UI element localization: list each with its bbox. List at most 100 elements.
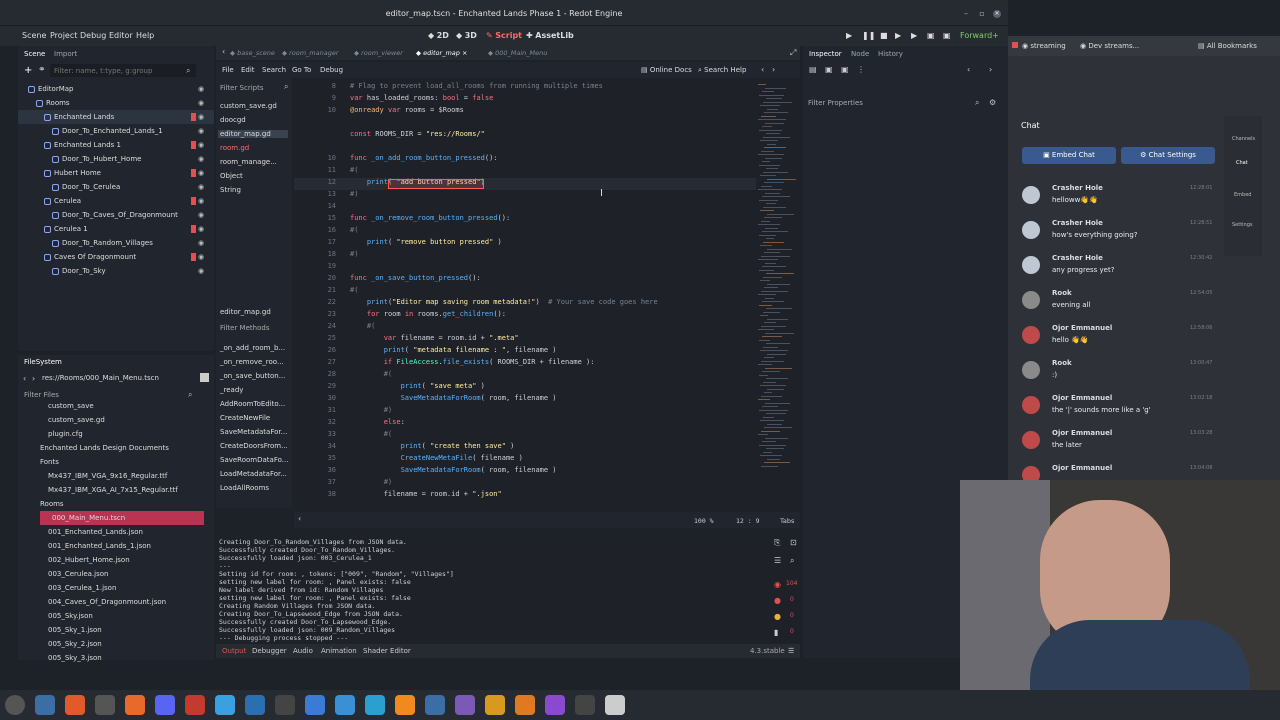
script-attached-icon[interactable] [191, 141, 196, 149]
visibility-icon[interactable]: ◉ [198, 113, 206, 121]
script-item[interactable]: doocgd [220, 116, 246, 124]
visibility-icon[interactable]: ◉ [198, 211, 206, 219]
chat-author[interactable]: Ojor Emmanuel [1052, 394, 1112, 402]
warning-icon[interactable]: ● [774, 612, 781, 621]
chat-author[interactable]: Ojor Emmanuel [1052, 324, 1112, 332]
visibility-icon[interactable]: ◉ [198, 239, 206, 247]
history-back-icon[interactable]: ‹ [761, 65, 764, 74]
method-item[interactable]: LoadMetadataFor... [220, 470, 287, 478]
indent-mode[interactable]: Tabs [780, 517, 794, 525]
forward-icon[interactable]: › [32, 374, 35, 383]
tab-room-viewer[interactable]: ◆ room_viewer [354, 49, 403, 57]
filter-icon[interactable]: ☰ [774, 556, 781, 565]
search-icon[interactable]: ⌕ [790, 556, 794, 566]
script-attached-icon[interactable] [191, 225, 196, 233]
steam-icon[interactable] [245, 695, 265, 715]
avatar[interactable] [1022, 186, 1040, 204]
filesystem-path[interactable]: res://Rooms/000_Main_Menu.tscn [42, 374, 159, 382]
menu-debug[interactable]: Debug [80, 31, 106, 40]
visibility-icon[interactable]: ◉ [198, 99, 206, 107]
visibility-icon[interactable]: ◉ [198, 141, 206, 149]
scene-node-item[interactable]: Hubert Home ◉ [18, 166, 214, 180]
search-help-link[interactable]: ⌕ Search Help [698, 66, 746, 75]
visibility-icon[interactable]: ◉ [198, 127, 206, 135]
workspace-2d[interactable]: ◆ 2D [428, 31, 449, 40]
menu-scene[interactable]: Scene [22, 31, 46, 40]
script-menu-file[interactable]: File [222, 66, 234, 74]
discord-icon[interactable] [155, 695, 175, 715]
method-item[interactable]: _on_save_button... [220, 372, 285, 380]
mail-icon[interactable] [425, 695, 445, 715]
file-item[interactable]: 001_Enchanted_Lands.json [18, 525, 214, 539]
file-item[interactable]: 005_Sky.json [18, 609, 214, 623]
tab-history[interactable]: History [878, 50, 903, 58]
menu-help[interactable]: Help [136, 31, 154, 40]
fullscreen-icon[interactable]: ⤢ [790, 48, 796, 58]
avatar[interactable] [1022, 361, 1040, 379]
file-item[interactable]: 000_Main_Menu.tscn [40, 511, 204, 525]
method-item[interactable]: SaveRoomDataFo... [220, 456, 288, 464]
avatar[interactable] [1022, 431, 1040, 449]
property-filter-input[interactable]: Filter Properties [808, 99, 863, 107]
tab-editor-map[interactable]: ◆ editor_map × [416, 49, 467, 57]
terminal-icon[interactable] [95, 695, 115, 715]
new-resource-icon[interactable]: ▤ [809, 65, 817, 74]
method-item[interactable]: _ready [220, 386, 243, 394]
add-node-icon[interactable]: + [24, 65, 32, 76]
tab-inspector[interactable]: Inspector [809, 50, 842, 58]
script-menu-search[interactable]: Search [262, 66, 286, 74]
scene-node-item[interactable]: Door_To_Enchanted_Lands_1 ◉ [18, 124, 214, 138]
visibility-icon[interactable]: ◉ [198, 267, 206, 275]
script-attached-icon[interactable] [191, 113, 196, 121]
scene-node-item[interactable]: Enchanted Lands ◉ [18, 110, 214, 124]
tab-animation[interactable]: Animation [321, 647, 357, 655]
side-channels[interactable]: Channels [1232, 136, 1255, 142]
scene-node-item[interactable]: Rooms ◉ [18, 96, 214, 110]
file-item[interactable]: custom_save.gd [18, 413, 214, 427]
method-item[interactable]: _on_add_room_b... [220, 344, 285, 352]
blender-icon[interactable] [515, 695, 535, 715]
chrome-icon[interactable] [365, 695, 385, 715]
error-icon[interactable]: ● [774, 596, 781, 605]
script-attached-icon[interactable] [191, 169, 196, 177]
menu-project[interactable]: Project [50, 31, 77, 40]
scene-node-item[interactable]: Door_To_Hubert_Home ◉ [18, 152, 214, 166]
tab-audio[interactable]: Audio [293, 647, 313, 655]
pause-icon[interactable]: ❚❚ [862, 31, 875, 40]
workspace-assetlib[interactable]: ✚ AssetLib [526, 31, 574, 40]
method-item[interactable]: _on_remove_roo... [220, 358, 284, 366]
side-chat[interactable]: Chat [1236, 160, 1248, 166]
bookmark-dev-streams[interactable]: ◉ Dev streams... [1080, 42, 1139, 50]
tab-room-manager[interactable]: ◆ room_manager [282, 49, 339, 57]
script-menu-goto[interactable]: Go To [292, 66, 311, 74]
history-forward-icon[interactable]: › [772, 65, 775, 74]
avatar[interactable] [1022, 256, 1040, 274]
file-item[interactable]: Fonts [18, 455, 214, 469]
menu-icon[interactable] [5, 695, 25, 715]
visibility-icon[interactable]: ◉ [198, 197, 206, 205]
method-filter-input[interactable]: Filter Methods [220, 324, 269, 332]
chat-settings-button[interactable]: ⚙ Chat Settings [1121, 147, 1215, 164]
workspace-3d[interactable]: ◆ 3D [456, 31, 477, 40]
file-item[interactable]: Mx437_IBM_XGA_AI_7x15_Regular.ttf [18, 483, 214, 497]
toggle-scripts-icon[interactable]: ‹ [298, 514, 301, 523]
method-item[interactable]: AddRoomToEdito... [220, 400, 285, 408]
file-item[interactable]: custom_save [18, 399, 214, 413]
script-item[interactable]: room_manage... [220, 158, 277, 166]
play-custom-icon[interactable]: ▶ [911, 31, 917, 40]
avatar[interactable] [1022, 326, 1040, 344]
script-item[interactable]: editor_map.gd [218, 130, 288, 138]
method-item[interactable]: CreateDoorsFrom... [220, 442, 288, 450]
chat-author[interactable]: Rook [1052, 289, 1072, 297]
avatar[interactable] [1022, 221, 1040, 239]
visibility-icon[interactable]: ◉ [198, 85, 206, 93]
save-resource-icon[interactable]: ▣ [841, 65, 849, 74]
code-editor[interactable]: 8 # Flag to prevent load_all_rooms from r… [294, 78, 798, 510]
bookmark-streaming[interactable]: ◉ streaming [1022, 42, 1066, 50]
tab-shader-editor[interactable]: Shader Editor [363, 647, 411, 655]
play-icon[interactable]: ▶ [846, 31, 852, 40]
load-resource-icon[interactable]: ▣ [825, 65, 833, 74]
scene-node-item[interactable]: Door_To_Random_Villages ◉ [18, 236, 214, 250]
files-icon[interactable] [35, 695, 55, 715]
app-icon[interactable] [335, 695, 355, 715]
